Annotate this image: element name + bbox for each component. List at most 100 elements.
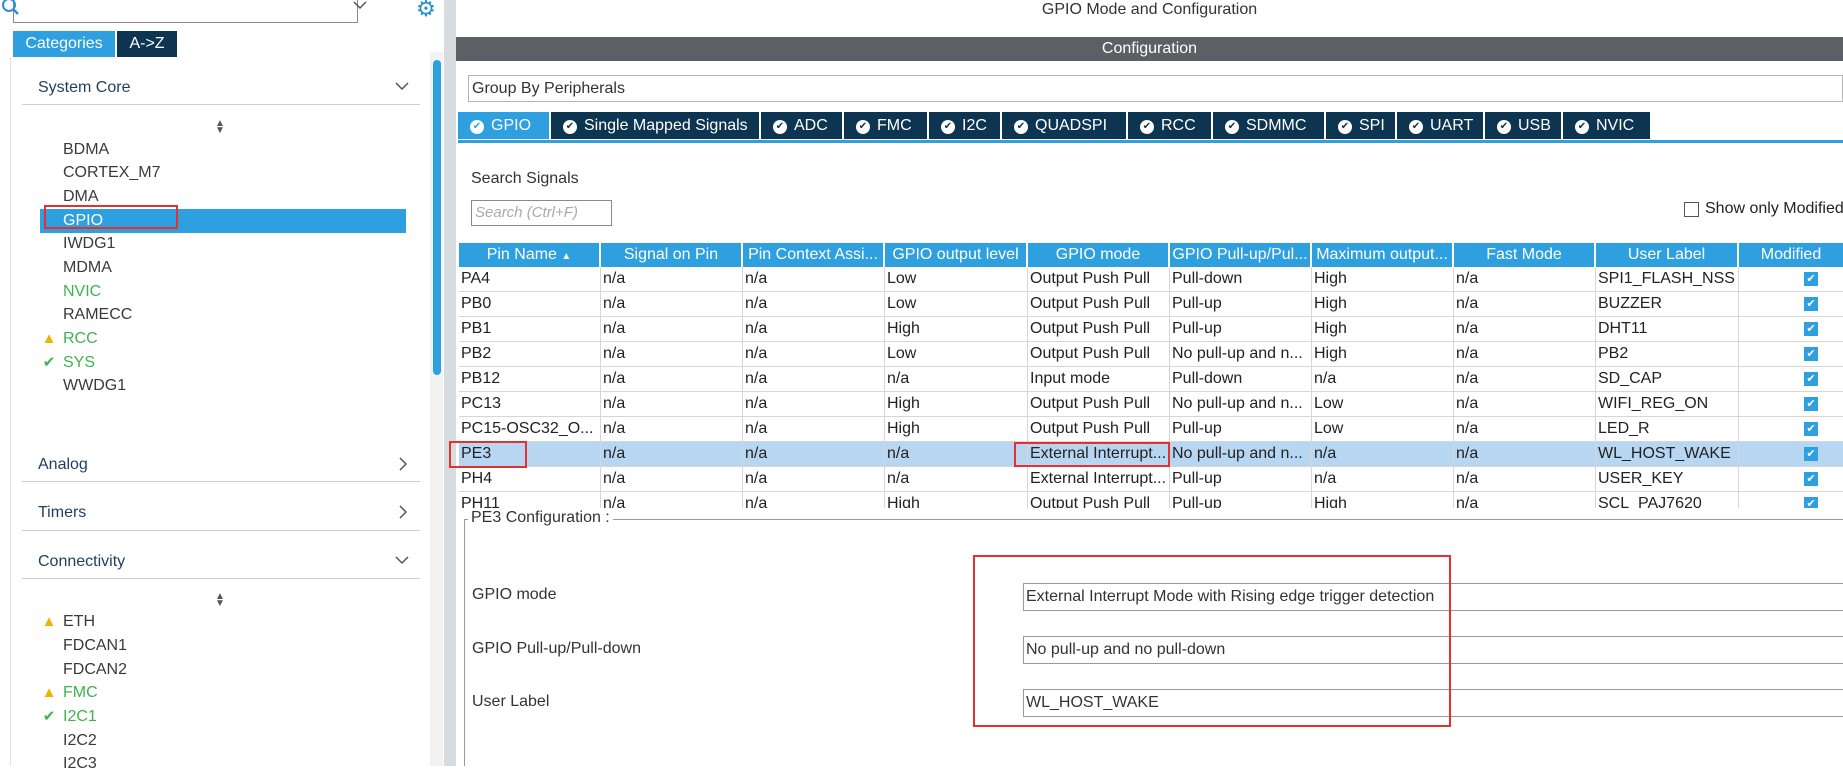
sidebar-item-nvic[interactable]: NVIC xyxy=(40,280,406,304)
tab-nvic[interactable]: ✔ NVIC xyxy=(1563,112,1650,139)
table-cell: n/a xyxy=(743,267,885,291)
modified-checkbox[interactable]: ✔ xyxy=(1804,497,1818,508)
table-cell: PH4 xyxy=(459,467,601,491)
modified-checkbox[interactable]: ✔ xyxy=(1804,397,1818,411)
modified-checkbox[interactable]: ✔ xyxy=(1804,472,1818,486)
category-analog[interactable]: Analog xyxy=(22,452,420,480)
gear-icon[interactable]: ⚙ xyxy=(414,0,438,21)
column-header-user-label[interactable]: User Label xyxy=(1596,243,1739,267)
table-row[interactable]: PH11 n/a n/a High Output Push Pull Pull-up Hig… xyxy=(459,492,1843,508)
column-header-pin-name[interactable]: Pin Name ▲ xyxy=(459,243,601,267)
category-connectivity[interactable]: Connectivity xyxy=(22,549,420,577)
modified-checkbox[interactable]: ✔ xyxy=(1804,297,1818,311)
left-scrollbar-thumb[interactable] xyxy=(433,60,441,375)
sidebar-item-i2c3[interactable]: I2C3 xyxy=(40,752,406,776)
search-signals-input[interactable]: Search (Ctrl+F) xyxy=(471,200,612,226)
chevron-down-icon[interactable] xyxy=(352,0,370,15)
check-icon: ✔ xyxy=(1409,120,1423,134)
table-row[interactable]: PB2 n/a n/a Low Output Push Pull No pull-up a… xyxy=(459,342,1843,367)
component-search-input[interactable] xyxy=(13,0,367,23)
tab-adc[interactable]: ✔ ADC xyxy=(761,112,842,139)
tab-quadspi[interactable]: ✔ QUADSPI xyxy=(1002,112,1126,139)
table-cell: n/a xyxy=(1454,317,1596,341)
table-cell: n/a xyxy=(743,342,885,366)
tab-sdmmc[interactable]: ✔ SDMMC xyxy=(1213,112,1324,139)
sidebar-item-iwdg1[interactable]: IWDG1 xyxy=(40,232,406,256)
column-header-gpio-mode[interactable]: GPIO mode xyxy=(1028,243,1170,267)
sidebar-item-cortex-m7[interactable]: CORTEX_M7 xyxy=(40,161,406,185)
table-cell: n/a xyxy=(743,292,885,316)
table-row[interactable]: PC13 n/a n/a High Output Push Pull No pull-up… xyxy=(459,392,1843,417)
modified-checkbox[interactable]: ✔ xyxy=(1804,272,1818,286)
table-row[interactable]: PB12 n/a n/a n/a Input mode Pull-down n/a n/a SD… xyxy=(459,367,1843,392)
sidebar-item-bdma[interactable]: BDMA xyxy=(40,138,406,162)
search-icon[interactable] xyxy=(0,0,30,20)
check-icon: ✔ xyxy=(563,120,577,134)
tab-uart[interactable]: ✔ UART xyxy=(1397,112,1483,139)
table-cell: n/a xyxy=(601,392,743,416)
peripheral-tabs: ✔ GPIO ✔ Single Mapped Signals ✔ ADC ✔ FMC ✔… xyxy=(458,112,1843,141)
column-header-gpio-pull[interactable]: GPIO Pull-up/Pul... xyxy=(1170,243,1312,267)
sidebar-item-fdcan1[interactable]: FDCAN1 xyxy=(40,634,406,658)
table-cell: Pull-up xyxy=(1170,492,1312,508)
table-cell: USER_KEY xyxy=(1596,467,1739,491)
table-row[interactable]: PH4 n/a n/a n/a External Interrupt... Pull-up… xyxy=(459,467,1843,492)
modified-checkbox[interactable]: ✔ xyxy=(1804,372,1818,386)
column-header-signal-on-pin[interactable]: Signal on Pin xyxy=(601,243,743,267)
tab-a-z[interactable]: A->Z xyxy=(117,31,177,57)
tab-rcc[interactable]: ✔ RCC xyxy=(1128,112,1211,139)
table-row[interactable]: PB0 n/a n/a Low Output Push Pull Pull-up High n… xyxy=(459,292,1843,317)
column-header-fast-mode[interactable]: Fast Mode xyxy=(1454,243,1596,267)
table-cell: PB12 xyxy=(459,367,601,391)
category-timers[interactable]: Timers xyxy=(22,500,420,528)
column-header-pin-context[interactable]: Pin Context Assi... xyxy=(743,243,885,267)
tab-gpio[interactable]: ✔ GPIO xyxy=(458,112,549,139)
sidebar-item-wwdg1[interactable]: WWDG1 xyxy=(40,374,406,398)
category-label: System Core xyxy=(38,79,131,96)
sidebar-item-i2c2[interactable]: I2C2 xyxy=(40,729,406,753)
sidebar-item-sys[interactable]: ✔ SYS xyxy=(40,351,406,375)
sidebar-item-rcc[interactable]: ▲ RCC xyxy=(40,327,406,351)
table-cell: Output Push Pull xyxy=(1028,417,1170,441)
table-row[interactable]: PB1 n/a n/a High Output Push Pull Pull-up High… xyxy=(459,317,1843,342)
check-icon: ✔ xyxy=(470,120,484,134)
column-label: Pin Name xyxy=(486,246,557,263)
item-label: FDCAN1 xyxy=(63,637,128,654)
chevron-down-icon xyxy=(394,553,410,572)
sort-icon[interactable]: ▲ ▼ xyxy=(213,119,227,136)
tab-fmc[interactable]: ✔ FMC xyxy=(844,112,927,139)
column-header-modified[interactable]: Modified xyxy=(1739,243,1843,267)
sort-icon[interactable]: ▲ ▼ xyxy=(213,592,227,609)
table-cell: Pull-down xyxy=(1170,367,1312,391)
modified-checkbox[interactable]: ✔ xyxy=(1804,422,1818,436)
column-header-maximum-output[interactable]: Maximum output... xyxy=(1312,243,1454,267)
tab-i2c[interactable]: ✔ I2C xyxy=(929,112,1000,139)
sidebar-item-i2c1[interactable]: ✔ I2C1 xyxy=(40,705,406,729)
panel-divider[interactable] xyxy=(444,0,456,766)
table-row[interactable]: PC15-OSC32_O... n/a n/a High Output Push Pul… xyxy=(459,417,1843,442)
sidebar-item-fdcan2[interactable]: FDCAN2 xyxy=(40,658,406,682)
tab-spi[interactable]: ✔ SPI xyxy=(1326,112,1395,139)
tab-usb[interactable]: ✔ USB xyxy=(1485,112,1561,139)
column-header-gpio-output-level[interactable]: GPIO output level xyxy=(885,243,1028,267)
table-cell: SPI1_FLASH_NSS xyxy=(1596,267,1739,291)
modified-checkbox[interactable]: ✔ xyxy=(1804,447,1818,461)
sidebar-item-ramecc[interactable]: RAMECC xyxy=(40,303,406,327)
show-only-modified-checkbox[interactable] xyxy=(1684,202,1699,217)
table-cell: n/a xyxy=(1454,342,1596,366)
modified-checkbox[interactable]: ✔ xyxy=(1804,322,1818,336)
tab-label: SDMMC xyxy=(1246,117,1307,134)
category-system-core[interactable]: System Core xyxy=(22,75,420,103)
item-label: IWDG1 xyxy=(63,235,116,252)
sidebar-item-fmc[interactable]: ▲ FMC xyxy=(40,681,406,705)
tab-single-mapped-signals[interactable]: ✔ Single Mapped Signals xyxy=(551,112,759,139)
table-row[interactable]: PA4 n/a n/a Low Output Push Pull Pull-down Hig… xyxy=(459,267,1843,292)
check-icon: ✔ xyxy=(1014,120,1028,134)
modified-checkbox[interactable]: ✔ xyxy=(1804,347,1818,361)
tab-categories[interactable]: Categories xyxy=(13,31,115,57)
divider xyxy=(22,578,420,579)
sidebar-item-eth[interactable]: ▲ ETH xyxy=(40,610,406,634)
sidebar-item-mdma[interactable]: MDMA xyxy=(40,256,406,280)
group-by-select[interactable]: Group By Peripherals xyxy=(468,75,1843,102)
item-label: SYS xyxy=(63,354,96,371)
